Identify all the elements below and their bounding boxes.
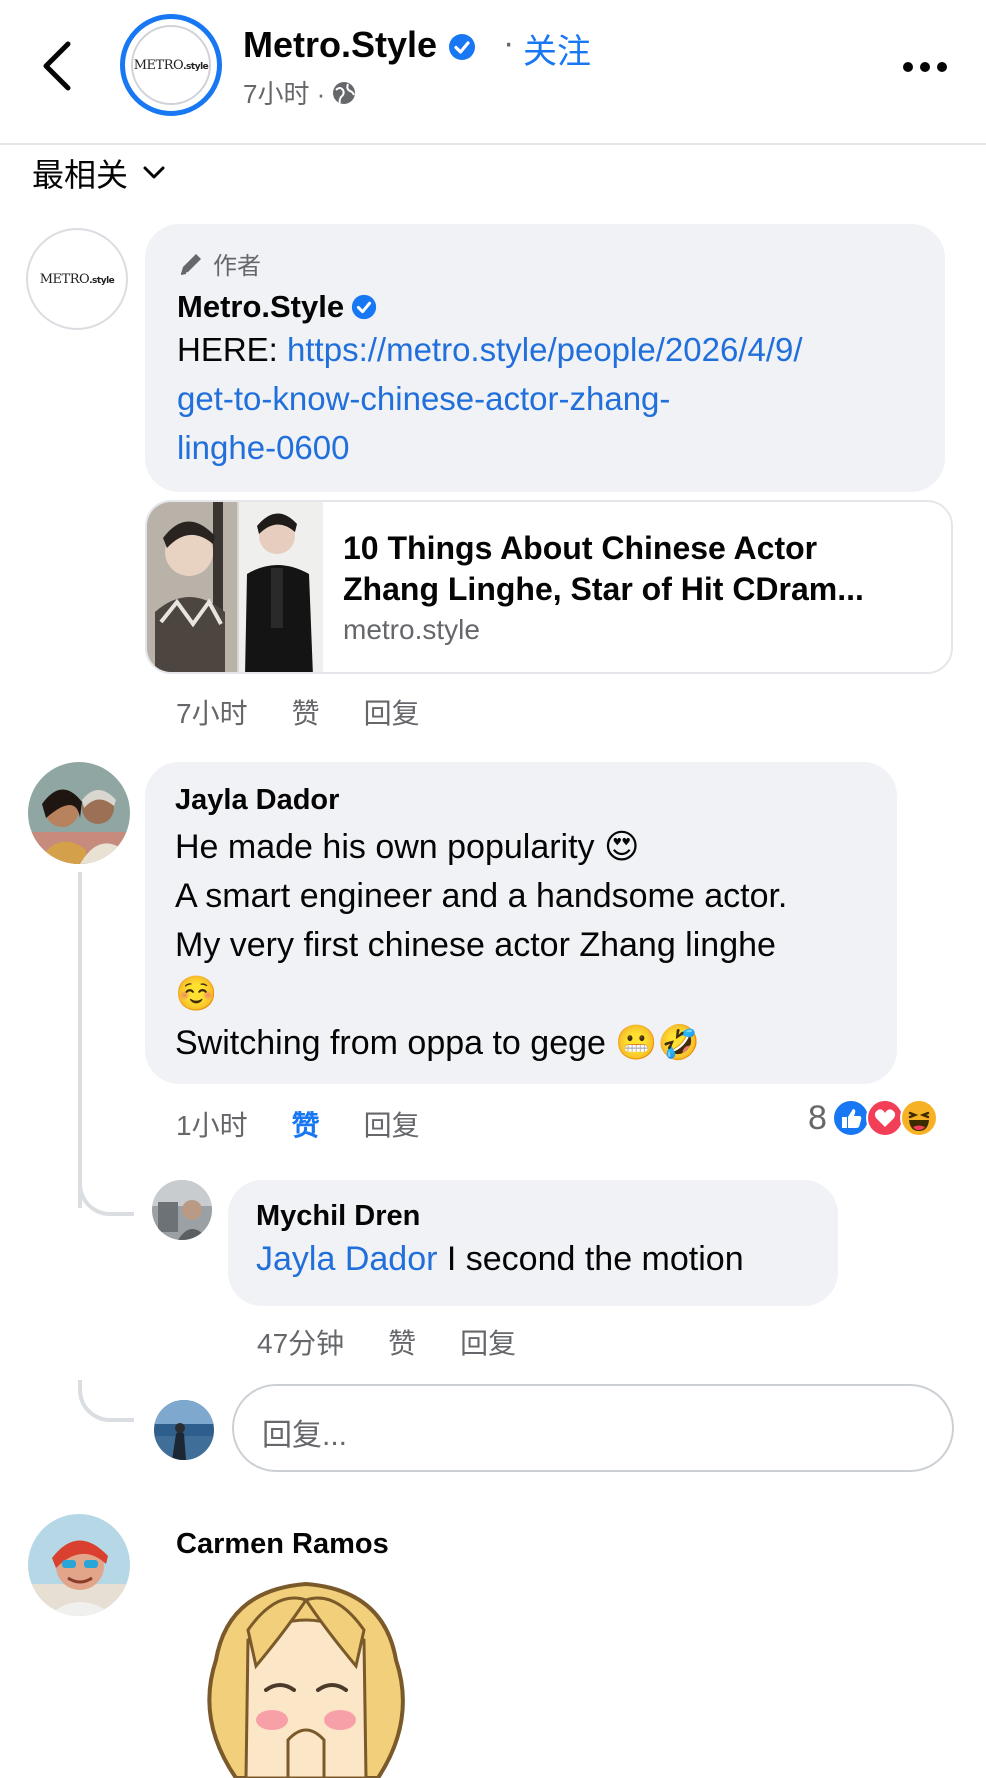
comment-sticker <box>207 1581 405 1778</box>
comment-meta: 7小时 赞 回复 <box>176 692 420 732</box>
follow-button[interactable]: 关注 <box>523 24 591 73</box>
metro-style-logo: METRO.style <box>39 271 115 287</box>
comment-author-name[interactable]: Metro.Style <box>177 289 913 325</box>
article-link-cont[interactable]: get-to-know-chinese-actor-zhang- <box>177 380 670 417</box>
comment-time: 7小时 <box>176 698 248 729</box>
pen-icon <box>180 253 201 275</box>
reply-avatar-mychil-dren[interactable] <box>152 1180 212 1240</box>
chevron-down-icon <box>143 166 165 179</box>
reply-button[interactable]: 回复 <box>460 1322 516 1362</box>
metro-style-logo: METRO.style <box>133 57 209 73</box>
reply-button[interactable]: 回复 <box>364 1104 420 1144</box>
comment-time: 1小时 <box>176 1110 248 1141</box>
current-user-avatar <box>154 1400 214 1460</box>
sort-label: 最相关 <box>32 157 129 193</box>
reply-button[interactable]: 回复 <box>364 692 420 732</box>
verified-badge-icon <box>351 294 377 320</box>
page-avatar[interactable]: METRO.style <box>120 14 222 116</box>
more-horizontal-icon[interactable] <box>900 52 950 82</box>
reply-time: 47分钟 <box>257 1328 345 1359</box>
comment-author-name[interactable]: Jayla Dador <box>175 784 867 817</box>
comment-bubble-author: 作者 Metro.Style HERE: https://metro.style… <box>145 224 945 492</box>
link-preview-card[interactable]: 10 Things About Chinese Actor Zhang Ling… <box>145 500 953 674</box>
comment-bubble-jayla: Jayla Dador He made his own popularity 😍… <box>145 762 897 1084</box>
like-button[interactable]: 赞 <box>388 1322 416 1362</box>
comment-text: HERE: https://metro.style/people/2026/4/… <box>177 331 803 466</box>
haha-reaction-icon <box>899 1099 938 1137</box>
comment-meta: 1小时 赞 回复 <box>176 1104 420 1144</box>
reply-text: Jayla Dador I second the motion <box>256 1240 744 1278</box>
reply-bubble-mychil: Mychil Dren Jayla Dador I second the mot… <box>228 1180 838 1306</box>
like-button[interactable]: 赞 <box>292 692 320 732</box>
author-badge: 作者 <box>177 246 913 281</box>
thread-connector <box>78 1150 134 1216</box>
reaction-summary[interactable]: 8 <box>808 1098 939 1138</box>
thread-connector-input <box>78 1380 134 1422</box>
comment-avatar-metro-style[interactable]: METRO.style <box>26 228 128 330</box>
separator-dot: · <box>503 24 515 62</box>
preview-title: 10 Things About Chinese Actor Zhang Ling… <box>343 530 864 607</box>
comment-text: He made his own popularity 😍 A smart eng… <box>175 828 788 1062</box>
comment-sort-dropdown[interactable]: 最相关 <box>32 150 166 196</box>
reply-author-name[interactable]: Mychil Dren <box>256 1200 810 1233</box>
page-name[interactable]: Metro.Style <box>243 24 477 66</box>
post-time: 7小时 · <box>243 74 357 111</box>
reply-input[interactable]: 回复... <box>232 1384 954 1472</box>
comment-author-name[interactable]: Carmen Ramos <box>176 1528 389 1561</box>
reaction-count: 8 <box>808 1098 827 1137</box>
preview-thumbnail <box>147 502 323 672</box>
article-link-end[interactable]: linghe-0600 <box>177 429 349 466</box>
like-button[interactable]: 赞 <box>292 1104 320 1144</box>
verified-badge-icon <box>449 34 476 61</box>
comment-avatar-carmen-ramos[interactable] <box>28 1514 130 1616</box>
globe-icon <box>333 81 356 104</box>
post-header: METRO.style Metro.Style · 关注 7小时 · <box>0 0 986 145</box>
chevron-left-icon[interactable] <box>38 38 78 94</box>
mention-jayla-dador[interactable]: Jayla Dador <box>256 1240 437 1278</box>
reply-meta: 47分钟 赞 回复 <box>257 1322 516 1362</box>
comment-avatar-jayla-dador[interactable] <box>28 762 130 864</box>
preview-domain: metro.style <box>343 614 480 645</box>
article-link[interactable]: https://metro.style/people/2026/4/9/ <box>287 331 802 368</box>
